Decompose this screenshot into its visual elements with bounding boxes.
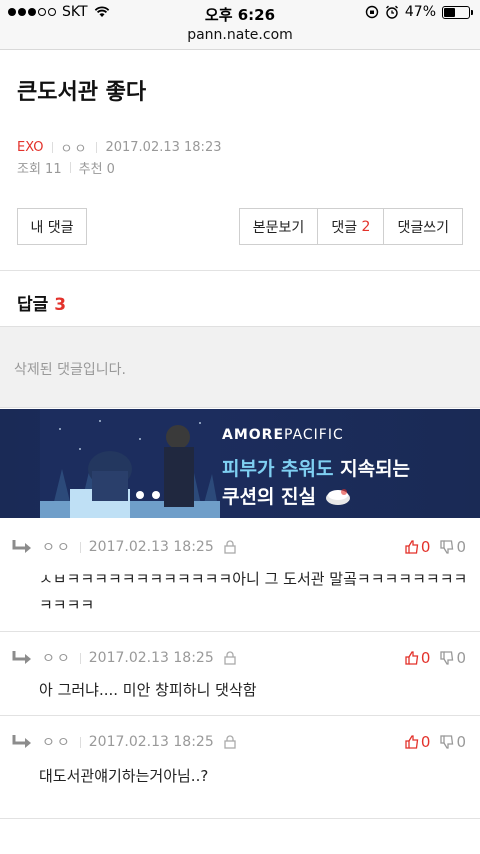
thumbs-down-icon [440, 651, 454, 665]
comments-count: 2 [361, 218, 371, 235]
comment-date: 2017.02.13 18:25 [88, 650, 214, 666]
comment-text: ㅅㅂㅋㅋㅋㅋㅋㅋㅋㅋㅋㅋㅋㅋ아니 그 도서관 말곸ㅋㅋㅋㅋㅋㅋㅋㅋ ㅋㅋㅋㅋ [39, 570, 468, 614]
comment-votes: 0 0 [405, 536, 466, 558]
divider [0, 818, 480, 819]
replies-count: 3 [54, 295, 67, 315]
comment-meta: ㅇㅇ 2017.02.13 18:25 [12, 536, 236, 558]
article-meta: EXO ㅇㅇ 2017.02.13 18:23 [17, 138, 221, 157]
comment-votes: 0 0 [405, 731, 466, 753]
reply-arrow-icon [12, 540, 31, 553]
reply-arrow-icon [12, 651, 31, 664]
post-datetime: 2017.02.13 18:23 [105, 140, 222, 155]
list-item: ㅇㅇ 2017.02.13 18:25 0 0 ㅅㅂㅋㅋㅋㅋㅋㅋㅋㅋㅋㅋㅋㅋ아니… [0, 536, 480, 631]
list-item: ㅇㅇ 2017.02.13 18:25 0 0 대도서관얘기하는거아님..? [0, 731, 480, 817]
article-stats: 조회 11 추천 0 [17, 158, 115, 177]
status-bar: SKT 오후 6:26 47% [0, 0, 480, 26]
divider [0, 715, 480, 716]
rotation-lock-icon [365, 5, 379, 19]
comment-date: 2017.02.13 18:25 [88, 734, 214, 750]
comment-text: 대도서관얘기하는거아님..? [39, 767, 209, 785]
upvote-button[interactable]: 0 [405, 649, 430, 667]
page-title: 큰도서관 좋다 [17, 80, 147, 105]
thumbs-down-icon [440, 735, 454, 749]
deleted-comment: 삭제된 댓글입니다. [0, 326, 480, 408]
deleted-comment-text: 삭제된 댓글입니다. [14, 362, 126, 378]
ad-illustration [40, 409, 220, 518]
lock-icon [224, 651, 236, 665]
replies-heading: 답글 3 [17, 290, 66, 315]
comment-text: 아 그러냐.... 미안 창피하니 댓삭함 [39, 681, 257, 699]
view-post-button[interactable]: 본문보기 [240, 209, 318, 244]
battery-icon [442, 5, 473, 19]
status-right: 47% [365, 4, 473, 20]
ad-brand: AMOREPACIFIC [222, 427, 344, 443]
write-comment-button[interactable]: 댓글쓰기 [383, 209, 462, 244]
comment-meta: ㅇㅇ 2017.02.13 18:25 [12, 647, 236, 669]
alarm-icon [385, 5, 398, 19]
thumbs-up-icon [405, 651, 419, 665]
comments-label: 댓글 [331, 219, 358, 236]
category-link[interactable]: EXO [17, 140, 44, 155]
reply-arrow-icon [12, 735, 31, 748]
ad-banner[interactable]: AMOREPACIFIC 피부가 추워도 지속되는 쿠션의 진실 [0, 409, 480, 518]
ad-headline-2: 쿠션의 진실 [222, 482, 352, 509]
my-comments-button[interactable]: 내 댓글 [17, 208, 87, 245]
thumbs-up-icon [405, 735, 419, 749]
comment-actions: 본문보기 댓글 2 댓글쓰기 [238, 208, 463, 245]
comment-author: ㅇㅇ [42, 540, 72, 556]
replies-label: 답글 [17, 295, 49, 315]
upvote-button[interactable]: 0 [405, 733, 430, 751]
lock-icon [224, 540, 236, 554]
view-count: 조회 11 [17, 162, 62, 177]
divider [0, 270, 480, 271]
cushion-compact-icon [326, 488, 351, 505]
downvote-button[interactable]: 0 [440, 649, 466, 667]
battery-percent: 47% [404, 4, 436, 20]
list-item: ㅇㅇ 2017.02.13 18:25 0 0 아 그러냐.... 미안 창피하… [0, 647, 480, 715]
comment-date: 2017.02.13 18:25 [88, 539, 214, 555]
comment-author: ㅇㅇ [42, 651, 72, 667]
thumbs-down-icon [440, 540, 454, 554]
comment-author: ㅇㅇ [42, 735, 72, 751]
comments-button[interactable]: 댓글 2 [317, 209, 383, 244]
comment-meta: ㅇㅇ 2017.02.13 18:25 [12, 731, 236, 753]
upvote-button[interactable]: 0 [405, 538, 430, 556]
divider [0, 631, 480, 632]
lock-icon [224, 735, 236, 749]
ad-headline-1: 피부가 추워도 지속되는 [222, 458, 411, 480]
downvote-button[interactable]: 0 [440, 733, 466, 751]
author-name: ㅇㅇ [60, 142, 89, 157]
downvote-button[interactable]: 0 [440, 538, 466, 556]
recommend-count: 추천 0 [78, 162, 115, 177]
address-bar[interactable]: pann.nate.com [0, 26, 480, 50]
thumbs-up-icon [405, 540, 419, 554]
comment-votes: 0 0 [405, 647, 466, 669]
